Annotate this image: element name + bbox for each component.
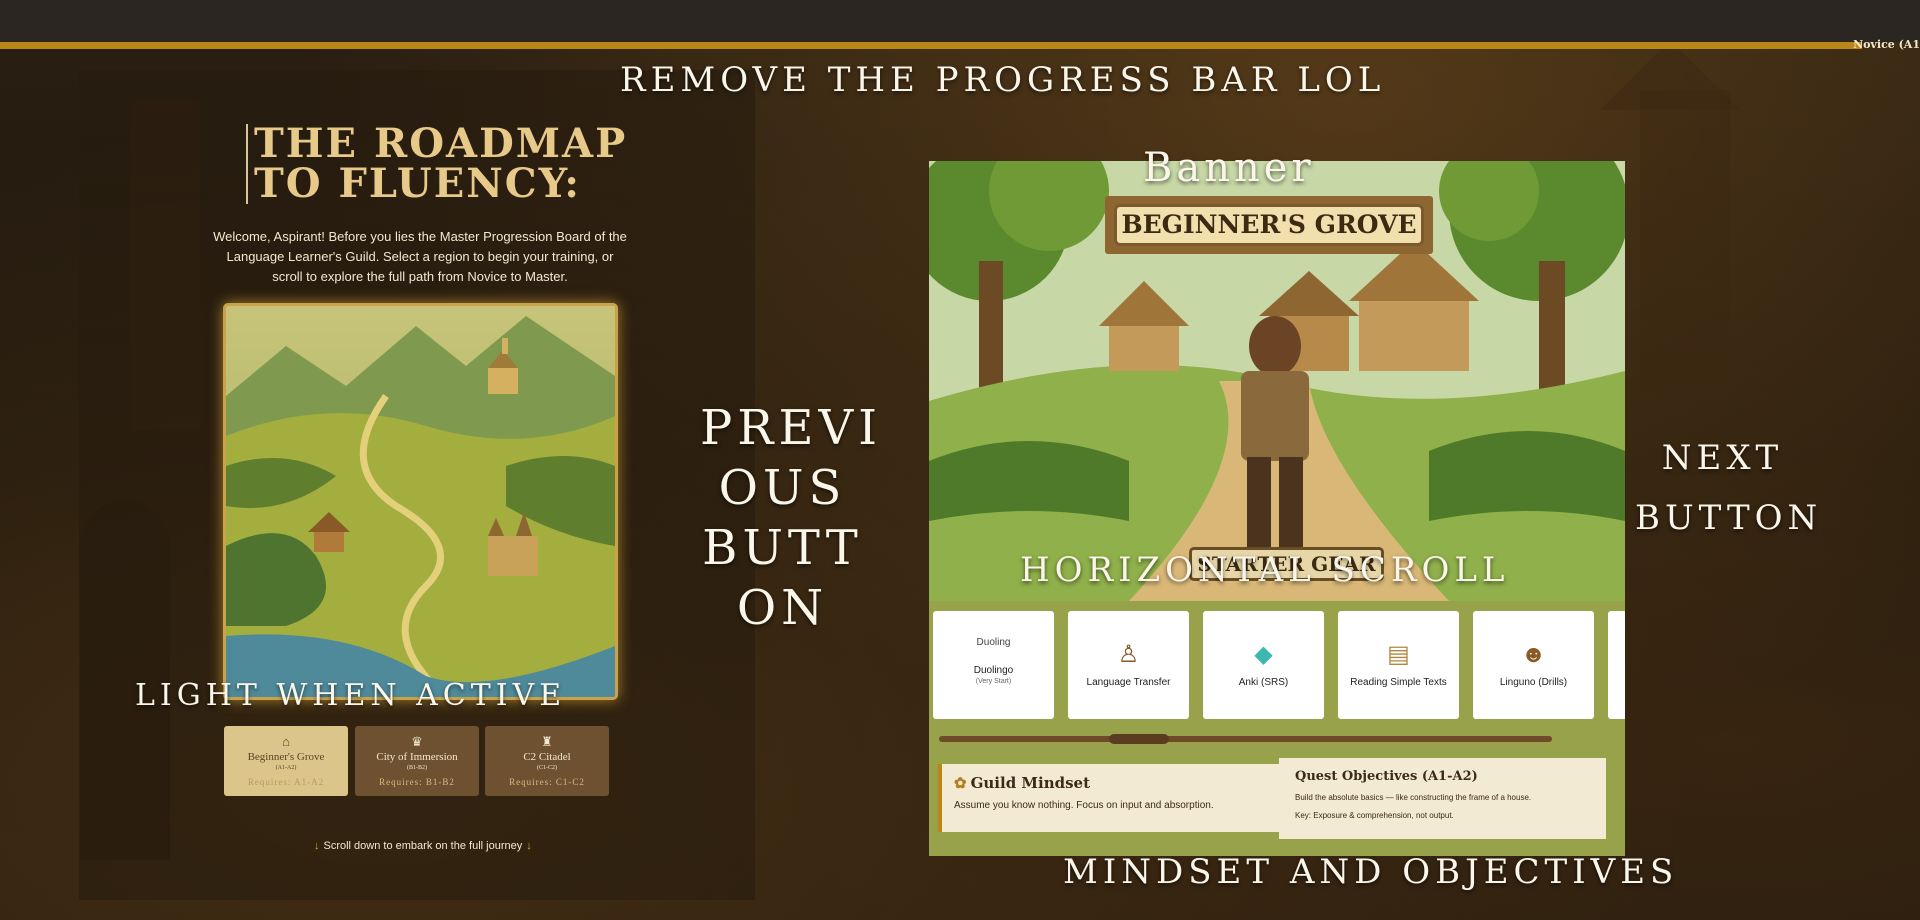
tool-card-language-transfer[interactable]: ♙ Language Transfer: [1068, 611, 1189, 719]
tool-name: Linguno (Drills): [1499, 677, 1568, 688]
tool-card-duolingo[interactable]: Duoling Duolingo (Very Start): [933, 611, 1054, 719]
scroll-icon: ▤: [1387, 641, 1410, 668]
page-title-line: TO FLUENCY:: [254, 160, 582, 207]
objectives-line: Build the absolute basics — like constru…: [1295, 793, 1532, 802]
region-banner: BEGINNER'S GROVE: [1114, 204, 1424, 246]
region-name: C2 Citadel: [523, 751, 571, 763]
intro-text: Welcome, Aspirant! Before you lies the M…: [213, 229, 627, 284]
hut-icon: ⌂: [282, 734, 290, 749]
region-level: (B1-B2): [407, 765, 427, 771]
objectives-line: Key: Exposure & comprehension, not outpu…: [1295, 811, 1454, 820]
annotation-mindset-objectives: MINDSET AND OBJECTIVES: [1063, 852, 1679, 892]
world-map[interactable]: [223, 303, 618, 700]
region-card-c2-citadel[interactable]: ♜ C2 Citadel (C1-C2) Requires: C1-C2: [485, 726, 609, 796]
tool-name: Duolingo: [973, 665, 1014, 676]
carousel-scroll-thumb[interactable]: [1109, 734, 1169, 744]
tool-carousel[interactable]: Duoling Duolingo (Very Start) ♙ Language…: [933, 611, 1625, 721]
mindset-title: Guild Mindset: [970, 774, 1091, 792]
page-title: THE ROADMAP TO FLUENCY:: [246, 124, 627, 204]
region-requirement: Requires: B1-B2: [379, 777, 455, 787]
tool-card-anki[interactable]: ◆ Anki (SRS): [1203, 611, 1324, 719]
progress-label: Novice (A1: [1853, 38, 1920, 51]
region-requirement: Requires: C1-C2: [509, 777, 585, 787]
previous-button[interactable]: PREVI OUS BUTT ON: [700, 398, 877, 638]
page-title-line: THE ROADMAP: [254, 120, 628, 167]
carousel-scrollbar[interactable]: [939, 734, 1552, 744]
tool-name: Anki (SRS): [1238, 677, 1289, 688]
annotation-remove-progress-bar: REMOVE THE PROGRESS BAR LOL: [620, 60, 1386, 100]
region-level: (C1-C2): [537, 765, 557, 771]
arrow-down-icon: ↓: [526, 840, 532, 852]
quest-objectives-card: Quest Objectives (A1-A2) Build the absol…: [1279, 758, 1606, 839]
scroll-hint-text: Scroll down to embark on the full journe…: [323, 840, 523, 852]
citadel-icon: ♜: [541, 734, 553, 749]
annotation-banner: Banner: [1143, 145, 1315, 191]
region-level: (A1-A2): [275, 765, 297, 771]
world-map-illustration: [226, 306, 615, 697]
monkey-icon: ☻: [1520, 641, 1547, 668]
annotation-horizontal-scroll: HORIZONTAL SCROLL: [1020, 550, 1510, 590]
arrow-down-icon: ↓: [314, 840, 320, 852]
tool-subtitle: (Very Start): [975, 678, 1012, 685]
tool-card-linguno[interactable]: ☻ Linguno (Drills): [1473, 611, 1594, 719]
journey-progress-bar: [0, 42, 1863, 49]
guild-mindset-card: ✿ Guild Mindset Assume you know nothing. …: [938, 764, 1308, 832]
region-requirement: Requires: A1-A2: [247, 777, 325, 787]
region-card-beginners-grove[interactable]: ⌂ Beginner's Grove (A1-A2) Requires: A1-…: [224, 726, 348, 796]
tool-card-reading-simple-texts[interactable]: ▤ Reading Simple Texts: [1338, 611, 1459, 719]
region-name: City of Immersion: [376, 751, 458, 763]
background-tower: [1640, 90, 1730, 390]
city-icon: ♛: [411, 734, 423, 749]
tool-name: Language Transfer: [1086, 677, 1171, 688]
annotation-light-when-active: LIGHT WHEN ACTIVE: [135, 678, 567, 713]
region-card-city-of-immersion[interactable]: ♛ City of Immersion (B1-B2) Requires: B1…: [355, 726, 479, 796]
scroll-hint[interactable]: ↓ Scroll down to embark on the full journ…: [310, 840, 536, 852]
region-name: Beginner's Grove: [247, 751, 325, 763]
broken-image-icon: Duoling: [976, 637, 1011, 648]
browser-top-bar: [0, 0, 1920, 42]
owl-icon: ♙: [1117, 641, 1140, 668]
crystal-icon: ◆: [1254, 641, 1273, 668]
tool-name: Reading Simple Texts: [1350, 677, 1447, 688]
objectives-title: Quest Objectives (A1-A2): [1295, 769, 1478, 784]
mindset-text: Assume you know nothing. Focus on input …: [954, 800, 1214, 811]
next-button[interactable]: NEXT BUTTON: [1635, 428, 1817, 548]
region-detail-panel: BEGINNER'S GROVE STARTER GEAR Duoling Du…: [929, 161, 1625, 856]
tool-card-partial[interactable]: [1608, 611, 1625, 719]
brain-icon: ✿: [954, 774, 967, 792]
